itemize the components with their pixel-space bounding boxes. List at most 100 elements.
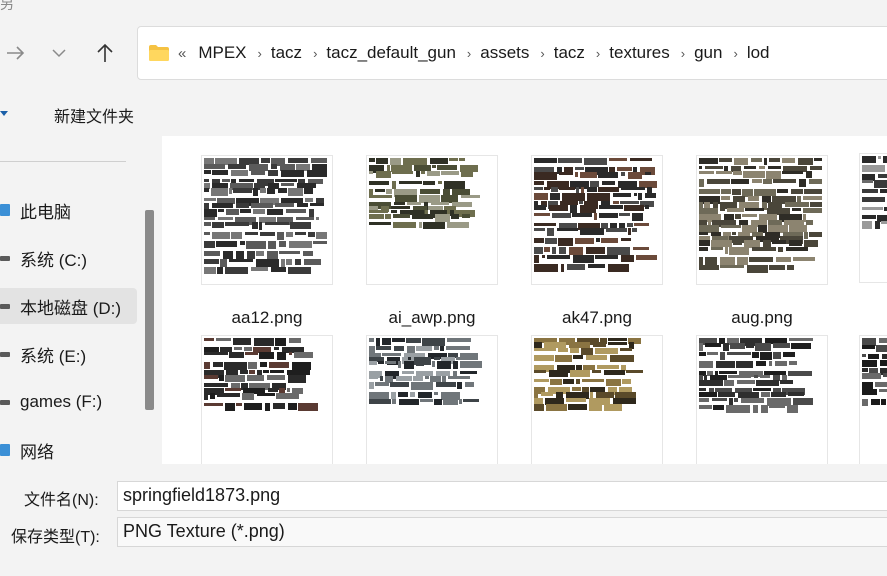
texture-block bbox=[576, 379, 580, 384]
texture-block bbox=[806, 171, 812, 178]
texture-block bbox=[558, 238, 573, 246]
texture-block bbox=[308, 232, 315, 237]
texture-block bbox=[699, 189, 720, 194]
texture-block bbox=[256, 251, 264, 256]
texture-block bbox=[204, 338, 214, 341]
texture-block bbox=[226, 370, 238, 375]
sidebar-item-drive-c[interactable]: 系统 (C:) bbox=[0, 240, 137, 276]
filetype-select[interactable]: PNG Texture (*.png) bbox=[117, 517, 887, 547]
texture-block bbox=[375, 382, 389, 386]
texture-block bbox=[369, 214, 384, 219]
texture-block bbox=[369, 158, 375, 162]
breadcrumb-item-lod[interactable]: lod bbox=[747, 43, 770, 63]
texture-block bbox=[699, 380, 723, 386]
sidebar-item-network[interactable]: 网络 bbox=[0, 432, 137, 468]
sidebar-item-drive-e[interactable]: 系统 (E:) bbox=[0, 336, 137, 372]
texture-block bbox=[699, 265, 719, 270]
texture-block bbox=[375, 189, 385, 192]
texture-block bbox=[639, 181, 657, 188]
texture-block bbox=[260, 362, 267, 367]
organize-dropdown-icon[interactable] bbox=[0, 110, 10, 118]
new-folder-button[interactable]: 新建文件夹 bbox=[54, 103, 134, 127]
texture-block bbox=[771, 392, 786, 397]
texture-block bbox=[534, 193, 548, 200]
texture-block bbox=[444, 181, 465, 189]
texture-block bbox=[862, 215, 876, 219]
texture-block bbox=[380, 376, 383, 381]
texture-block bbox=[393, 214, 410, 218]
texture-block bbox=[233, 338, 251, 345]
breadcrumb-item-textures[interactable]: textures bbox=[609, 43, 669, 63]
breadcrumb-item-mpex[interactable]: MPEX bbox=[198, 43, 246, 63]
save-dialog-footer: 文件名(N): springfield1873.png 保存类型(T): PNG… bbox=[0, 464, 887, 576]
texture-block bbox=[544, 247, 550, 252]
texture-block bbox=[419, 222, 422, 228]
texture-block bbox=[699, 257, 703, 265]
texture-block bbox=[249, 164, 268, 171]
texture-block bbox=[220, 259, 227, 267]
chevron-right-icon[interactable]: › bbox=[313, 46, 317, 61]
chevron-right-icon[interactable]: › bbox=[540, 46, 544, 61]
texture-block bbox=[550, 193, 560, 200]
texture-block bbox=[572, 213, 592, 217]
texture-block bbox=[580, 228, 604, 235]
texture-block bbox=[226, 209, 239, 215]
forward-button[interactable] bbox=[0, 38, 30, 68]
texture-block bbox=[609, 158, 627, 161]
address-bar[interactable]: « MPEX › tacz › tacz_default_gun › asset… bbox=[137, 26, 887, 80]
texture-block bbox=[789, 338, 813, 341]
texture-block bbox=[776, 257, 791, 262]
texture-block bbox=[699, 166, 702, 169]
sidebar-scrollbar-thumb[interactable] bbox=[145, 210, 154, 410]
texture-block bbox=[453, 361, 458, 369]
texture-block bbox=[534, 264, 558, 272]
recent-locations-button[interactable] bbox=[44, 38, 74, 68]
texture-block bbox=[862, 174, 875, 181]
sidebar-item-label: 系统 (E:) bbox=[20, 346, 87, 366]
texture-block bbox=[310, 203, 324, 206]
texture-thumbnail-image bbox=[699, 338, 813, 413]
texture-block bbox=[793, 257, 815, 261]
chevron-right-icon[interactable]: › bbox=[258, 46, 262, 61]
texture-block bbox=[567, 264, 585, 270]
texture-block bbox=[432, 165, 436, 168]
texture-block bbox=[608, 264, 629, 272]
texture-block bbox=[551, 187, 558, 192]
texture-block bbox=[376, 346, 391, 350]
chevron-right-icon[interactable]: › bbox=[596, 46, 600, 61]
texture-block bbox=[399, 399, 419, 405]
texture-block bbox=[619, 213, 630, 216]
texture-block bbox=[599, 213, 618, 218]
texture-block bbox=[558, 348, 568, 352]
texture-block bbox=[434, 399, 442, 405]
texture-block bbox=[718, 392, 735, 397]
breadcrumb-item-gun[interactable]: gun bbox=[694, 43, 722, 63]
texture-block bbox=[780, 380, 793, 384]
breadcrumb-item-assets[interactable]: assets bbox=[480, 43, 529, 63]
drive-icon bbox=[0, 256, 10, 261]
path-overflow[interactable]: « bbox=[178, 45, 186, 62]
texture-block bbox=[742, 225, 757, 233]
texture-block bbox=[601, 238, 618, 243]
sidebar-item-drive-f[interactable]: games (F:) bbox=[0, 384, 137, 420]
texture-block bbox=[803, 208, 822, 213]
breadcrumb-item-tacz-default-gun[interactable]: tacz_default_gun bbox=[326, 43, 456, 63]
texture-block bbox=[457, 382, 462, 389]
chevron-right-icon[interactable]: › bbox=[467, 46, 471, 61]
sidebar-item-this-pc[interactable]: 此电脑 bbox=[0, 192, 137, 228]
sidebar-item-drive-d[interactable]: 本地磁盘 (D:) bbox=[0, 288, 137, 324]
texture-block bbox=[534, 167, 554, 172]
chevron-right-icon[interactable]: › bbox=[681, 46, 685, 61]
chevron-right-icon[interactable]: › bbox=[733, 46, 737, 61]
breadcrumb-item-tacz-2[interactable]: tacz bbox=[554, 43, 585, 63]
up-button[interactable] bbox=[90, 38, 120, 68]
texture-block bbox=[369, 361, 377, 365]
filename-field[interactable]: springfield1873.png bbox=[117, 481, 887, 511]
texture-block bbox=[748, 196, 759, 201]
breadcrumb-item-tacz[interactable]: tacz bbox=[271, 43, 302, 63]
texture-block bbox=[441, 195, 458, 203]
texture-block bbox=[275, 203, 294, 207]
texture-block bbox=[789, 225, 807, 232]
texture-block bbox=[792, 208, 801, 211]
texture-block bbox=[787, 265, 794, 270]
